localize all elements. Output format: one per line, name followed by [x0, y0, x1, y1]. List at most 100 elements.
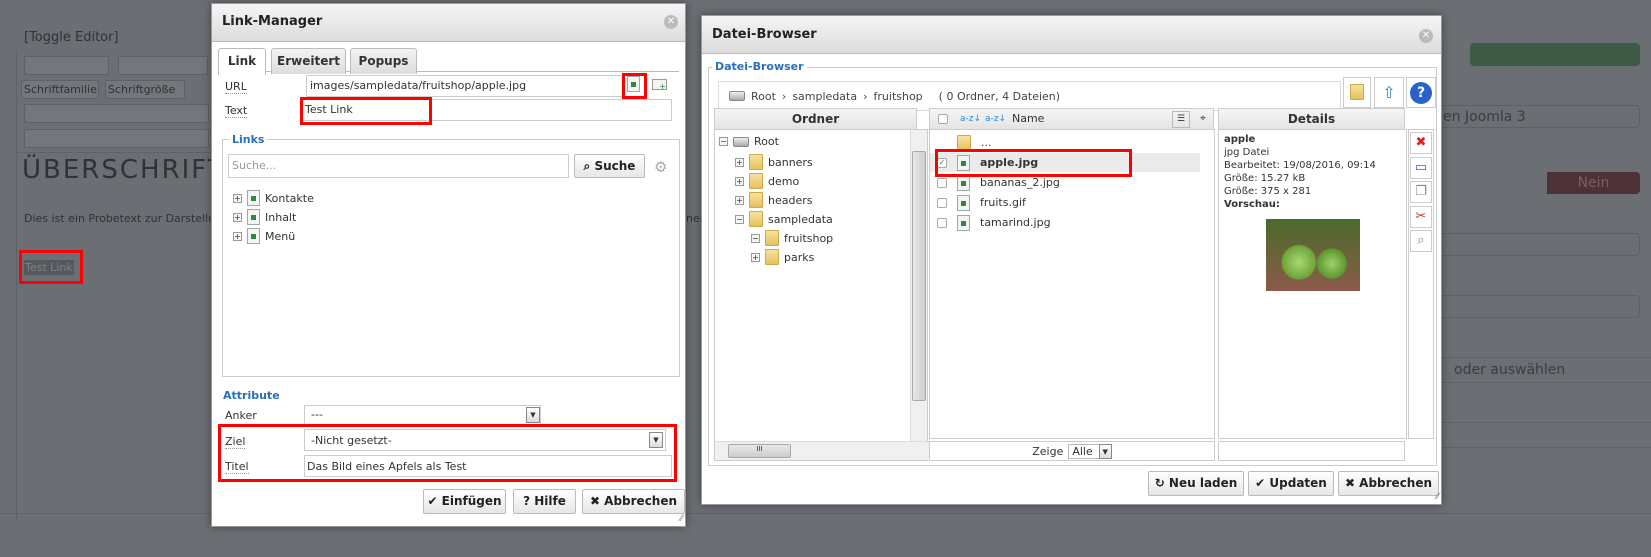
- tree-item-kontakte[interactable]: + Kontakte: [233, 190, 314, 206]
- expand-icon[interactable]: +: [735, 195, 744, 205]
- upload-button[interactable]: ⇧: [1374, 77, 1404, 108]
- content-link-text[interactable]: Test Link: [24, 260, 74, 275]
- scrollbar-thumb[interactable]: [912, 151, 926, 401]
- files-header: a-z↓ a-z↓ Name ☰ ⌖: [929, 108, 1214, 130]
- insert-button[interactable]: ✔ Einfügen: [423, 489, 506, 514]
- new-folder-button[interactable]: [1343, 77, 1371, 108]
- select-all-checkbox[interactable]: [938, 114, 948, 124]
- email-link-icon[interactable]: +: [652, 79, 667, 91]
- folder-item[interactable]: + headers: [735, 192, 812, 208]
- right-green-select[interactable]: [1470, 43, 1640, 66]
- collapse-icon[interactable]: −: [735, 214, 744, 224]
- details-header: Details: [1218, 108, 1405, 130]
- breadcrumb-root[interactable]: Root: [751, 90, 776, 103]
- file-checkbox[interactable]: [937, 197, 947, 208]
- copy-icon[interactable]: ❐: [1410, 181, 1432, 203]
- update-button[interactable]: ✔ Updaten: [1248, 471, 1334, 496]
- zoom-icon[interactable]: ⌕: [1410, 230, 1432, 252]
- toolbar-group-1[interactable]: [24, 56, 109, 75]
- list-view-icon[interactable]: ☰: [1172, 111, 1190, 128]
- tree-item-menu[interactable]: + Menü: [233, 228, 295, 244]
- file-browser-icon[interactable]: [627, 76, 640, 92]
- resize-handle[interactable]: ⁄⁄: [680, 514, 683, 524]
- folder-label: fruitshop: [784, 231, 834, 245]
- folders-header: Ordner: [714, 108, 917, 130]
- cancel-button[interactable]: ✖ Abbrechen: [582, 489, 685, 514]
- help-button[interactable]: ?: [1406, 77, 1436, 108]
- chevron-down-icon[interactable]: ▼: [649, 432, 663, 448]
- font-family-select[interactable]: Schriftfamilie: [21, 80, 99, 99]
- detail-size: Größe: 15.27 kB: [1224, 173, 1306, 184]
- close-icon[interactable]: ✕: [664, 15, 678, 29]
- tab-link[interactable]: Link: [218, 48, 266, 75]
- tab-popups[interactable]: Popups: [350, 48, 417, 74]
- chevron-down-icon[interactable]: ▼: [1098, 443, 1112, 459]
- folder-item[interactable]: + banners: [735, 154, 813, 170]
- expand-icon[interactable]: +: [233, 231, 242, 241]
- toggle-no[interactable]: Nein: [1547, 172, 1640, 194]
- expand-icon[interactable]: +: [233, 193, 242, 203]
- file-checkbox[interactable]: [937, 177, 947, 188]
- target-select[interactable]: -Nicht gesetzt-: [304, 429, 666, 451]
- toggle-editor-link[interactable]: [Toggle Editor]: [24, 30, 119, 45]
- collapse-icon[interactable]: −: [751, 233, 760, 243]
- scrollbar-thumb[interactable]: III: [728, 444, 791, 458]
- expand-icon[interactable]: +: [233, 212, 242, 222]
- resize-handle[interactable]: ⁄⁄: [1436, 492, 1439, 502]
- toolbar-group-3[interactable]: [24, 104, 209, 123]
- cancel-button[interactable]: ✖ Abbrechen: [1338, 471, 1439, 496]
- name-header[interactable]: Name: [1012, 109, 1044, 129]
- folder-label: headers: [768, 193, 813, 207]
- help-button[interactable]: ? Hilfe: [513, 489, 576, 514]
- text-input[interactable]: Test Link: [301, 99, 672, 121]
- search-button[interactable]: ⌕ Suche: [574, 154, 645, 178]
- rename-icon[interactable]: ▭: [1410, 157, 1432, 179]
- file-row[interactable]: fruits.gif: [930, 193, 1200, 212]
- file-row[interactable]: ✓ apple.jpg: [930, 153, 1200, 172]
- folder-item[interactable]: − fruitshop: [751, 230, 833, 246]
- horizontal-scrollbar[interactable]: III: [715, 441, 929, 460]
- folder-item[interactable]: − sampledata: [735, 211, 833, 227]
- text-label: Text: [225, 104, 248, 118]
- font-size-select[interactable]: Schriftgröße: [105, 80, 185, 99]
- breadcrumb-fruitshop[interactable]: fruitshop: [874, 90, 923, 103]
- binoculars-icon[interactable]: ⌖: [1194, 111, 1212, 128]
- breadcrumb: Root › sampledata › fruitshop ( 0 Ordner, …: [718, 81, 1341, 111]
- anchor-select[interactable]: ---: [304, 405, 541, 425]
- chevron-down-icon[interactable]: ▼: [526, 407, 540, 423]
- url-input[interactable]: images/sampledata/fruitshop/apple.jpg: [306, 75, 646, 97]
- file-checkbox[interactable]: [937, 217, 947, 228]
- right-select-joomla[interactable]: en Joomla 3: [1420, 105, 1640, 128]
- show-value: Alle: [1072, 444, 1093, 458]
- file-row[interactable]: tamarind.jpg: [930, 213, 1200, 232]
- expand-icon[interactable]: +: [751, 252, 760, 262]
- file-row[interactable]: bananas_2.jpg: [930, 173, 1200, 192]
- sort-icon[interactable]: a-z↓: [985, 109, 1006, 129]
- delete-icon[interactable]: ✖: [1410, 132, 1432, 154]
- gear-icon[interactable]: ⚙: [654, 158, 667, 176]
- expand-icon[interactable]: +: [735, 157, 744, 167]
- close-icon[interactable]: ✕: [1419, 29, 1433, 43]
- tab-erweitert[interactable]: Erweitert: [271, 48, 346, 74]
- reload-button[interactable]: ↻ Neu laden: [1148, 471, 1244, 496]
- sort-icon[interactable]: a-z↓: [960, 109, 981, 129]
- cut-icon[interactable]: ✂: [1410, 206, 1432, 228]
- file-checkbox[interactable]: ✓: [937, 157, 947, 168]
- collapse-icon[interactable]: −: [719, 137, 728, 146]
- tree-item-inhalt[interactable]: + Inhalt: [233, 209, 296, 225]
- vertical-scrollbar[interactable]: [910, 130, 927, 442]
- right-select-2[interactable]: [1420, 233, 1640, 256]
- folder-item[interactable]: + parks: [751, 249, 814, 265]
- title-input[interactable]: Das Bild eines Apfels als Test: [304, 455, 672, 477]
- folder-item[interactable]: + demo: [735, 173, 799, 189]
- toolbar-group-format[interactable]: [118, 56, 208, 75]
- file-row[interactable]: ...: [930, 133, 1200, 152]
- search-input[interactable]: Suche...: [228, 154, 569, 178]
- breadcrumb-sampledata[interactable]: sampledata: [792, 90, 857, 103]
- folder-item[interactable]: − Root: [719, 135, 779, 148]
- expand-icon[interactable]: +: [735, 176, 744, 186]
- show-select[interactable]: Alle ▼: [1068, 443, 1112, 459]
- toolbar-group-4[interactable]: [24, 129, 209, 148]
- right-select-3[interactable]: [1420, 295, 1640, 318]
- insert-label: Einfügen: [441, 494, 502, 508]
